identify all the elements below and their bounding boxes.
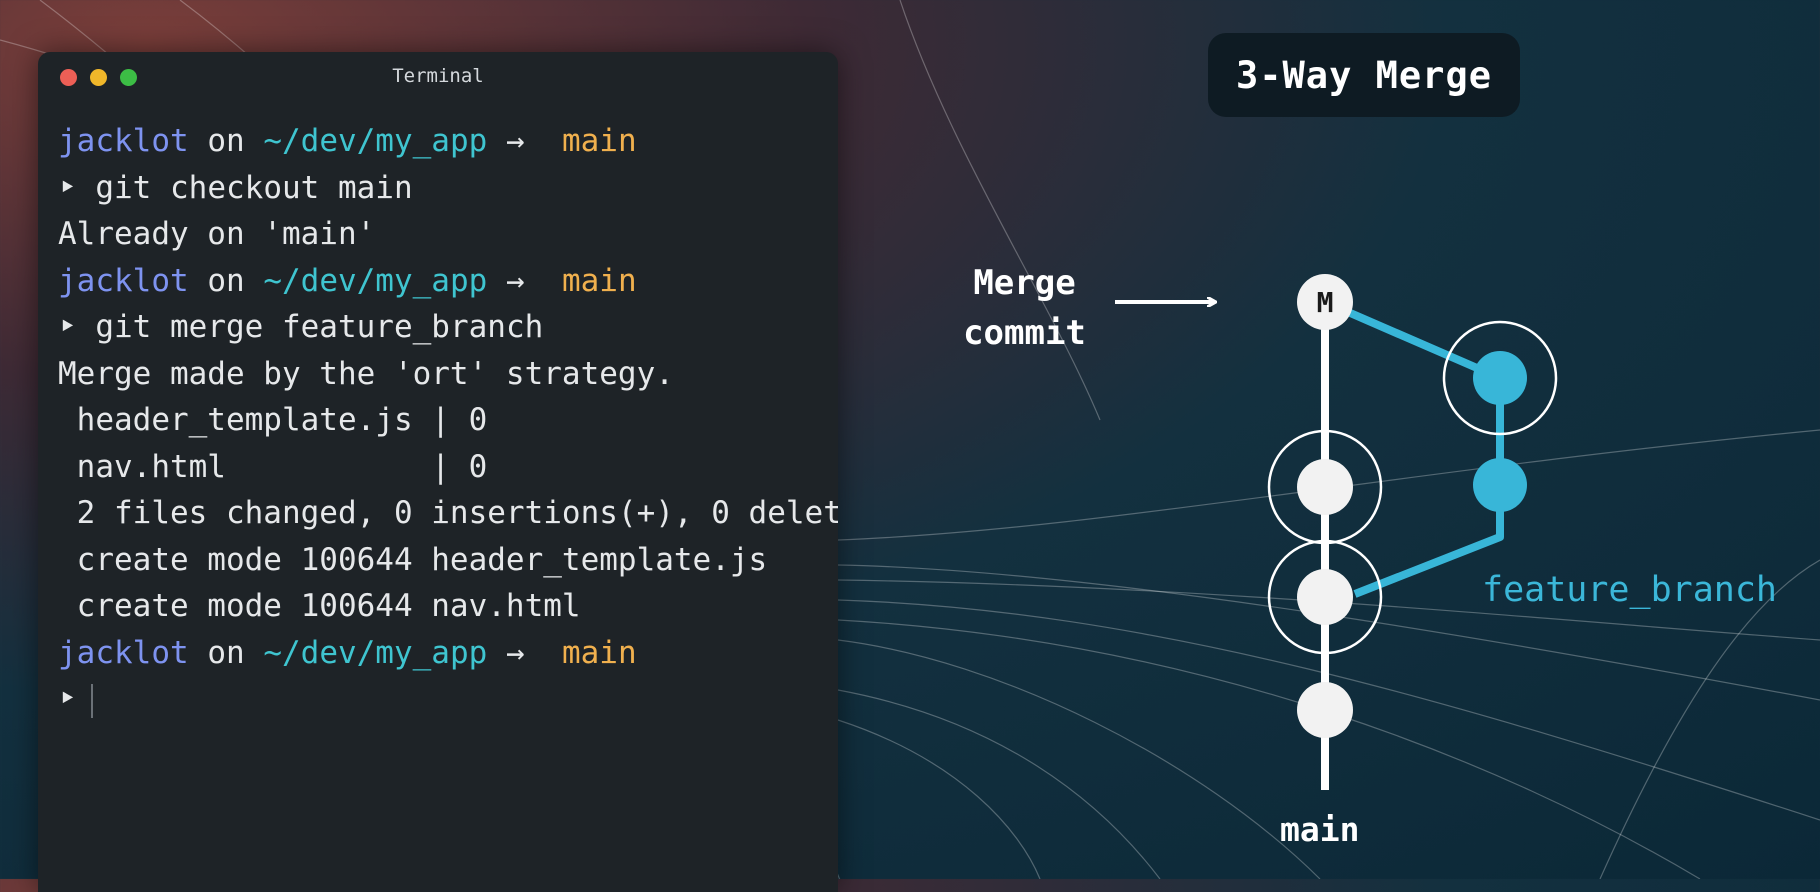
feature-branch-line [1323, 298, 1504, 598]
merge-node-text: M [1317, 286, 1334, 319]
feature-commit-node [1473, 351, 1527, 405]
commit-graph: M [1115, 274, 1558, 790]
main-commit-node [1297, 682, 1353, 738]
feature-commit-node [1473, 458, 1527, 512]
merge-base-commit-node [1297, 569, 1353, 625]
feature-branch-label: feature_branch [1482, 570, 1778, 610]
main-branch-label: main [1280, 810, 1360, 849]
main-commit-node [1297, 459, 1353, 515]
